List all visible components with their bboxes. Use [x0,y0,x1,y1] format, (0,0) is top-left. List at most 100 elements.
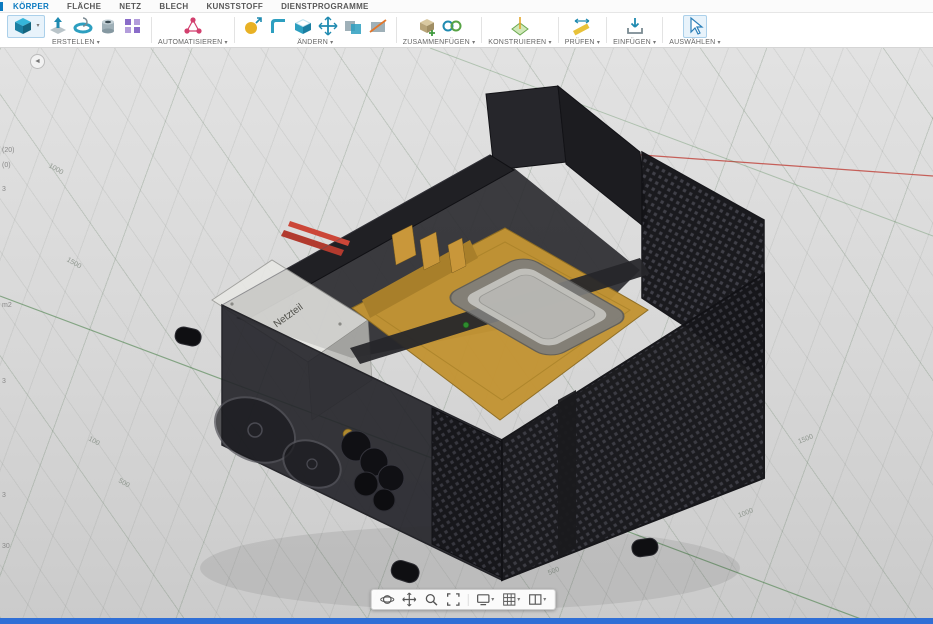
pattern-button[interactable] [121,15,145,38]
ribbon-toolbar: ▾ ERSTELLEN ▾ AUTOMATISIEREN ▾ ÄNDERN ▾ … [0,13,933,48]
pan-icon [401,592,416,607]
chevron-down-icon: ▾ [491,596,495,603]
extrude-icon [50,17,66,34]
create-solid-button[interactable]: ▾ [7,14,45,38]
new-component-icon [419,19,435,36]
move-button[interactable] [316,15,340,38]
create-solid-icon [15,18,32,34]
combine-icon [344,21,361,34]
origin-point[interactable] [462,321,470,329]
tab-blech[interactable]: BLECH [150,2,197,11]
insert-button[interactable] [623,15,647,38]
toolbar-group-zusammenfuegen: ZUSAMMENFÜGEN ▾ [398,13,481,47]
pruefen-menu[interactable]: PRÜFEN ▾ [565,39,600,46]
toolbar-group-pruefen: PRÜFEN ▾ [560,13,605,47]
press-pull-icon [244,17,262,34]
orbit-icon [379,595,394,604]
revolve-button[interactable] [71,15,95,38]
document-tabbar: KÖRPER FLÄCHE NETZ BLECH KUNSTSTOFF DIEN… [0,0,933,13]
model-3d[interactable]: Netzteil [0,48,933,618]
viewports-icon [528,594,541,605]
viewports-button[interactable]: ▾ [527,592,546,607]
measure-button[interactable] [570,15,594,38]
toolbar-group-einfuegen: EINFÜGEN ▾ [608,13,661,47]
split-body-button[interactable] [366,15,390,38]
rear-panel-right[interactable] [557,84,649,232]
toolbar-separator [233,17,235,43]
tab-flaeche[interactable]: FLÄCHE [58,2,110,11]
auswaehlen-menu[interactable]: AUSWÄHLEN ▾ [669,39,721,46]
foot-knob[interactable] [174,325,203,347]
chevron-down-icon: ▾ [96,40,101,46]
toolbar-group-auswaehlen: AUSWÄHLEN ▾ [664,13,726,47]
chevron-down-icon: ▾ [543,596,547,603]
zusammenfuegen-menu[interactable]: ZUSAMMENFÜGEN ▾ [403,39,476,46]
combine-button[interactable] [341,15,365,38]
chevron-down-icon: ▾ [596,40,601,46]
konstruieren-menu[interactable]: KONSTRUIEREN ▾ [488,39,551,46]
select-button[interactable] [682,14,707,38]
toolbar-separator [662,17,664,43]
construction-plane-button[interactable] [508,15,532,38]
tab-koerper[interactable]: KÖRPER [4,2,58,11]
joint-icon [442,20,462,32]
construction-plane-icon [511,17,529,36]
fillet-icon [270,19,285,33]
fillet-button[interactable] [266,15,290,38]
grill-divider-post [558,390,576,556]
tab-kunststoff[interactable]: KUNSTSTOFF [197,2,272,11]
screw [338,322,342,326]
automatisieren-menu[interactable]: AUTOMATISIEREN ▾ [158,39,228,46]
rear-panel-left[interactable] [485,85,567,171]
toolbar-separator [395,17,397,43]
hole-button[interactable] [96,15,120,38]
toolbar-separator [481,17,483,43]
toolbar-group-erstellen: ▾ ERSTELLEN ▾ [2,13,150,47]
aendern-menu[interactable]: ÄNDERN ▾ [297,39,333,46]
taskbar-strip [0,618,933,624]
window-edge-accent [0,1,3,11]
press-pull-button[interactable] [241,15,265,38]
toolbar-separator [557,17,559,43]
chevron-down-icon: ▾ [36,23,40,29]
tab-netz[interactable]: NETZ [110,2,150,11]
orbit-button[interactable] [379,592,394,607]
joint-button[interactable] [440,15,464,38]
display-settings-button[interactable]: ▾ [475,592,494,607]
move-icon [318,16,338,36]
navbar-separator [467,593,469,606]
toolbar-group-aendern: ÄNDERN ▾ [236,13,395,47]
chevron-down-icon: ▾ [330,40,334,46]
automate-icon [184,17,202,34]
toolbar-separator [151,17,152,43]
extrude-button[interactable] [46,15,70,38]
shell-button[interactable] [291,15,315,38]
display-settings-icon [476,594,490,606]
shell-icon [294,19,311,34]
automate-button[interactable] [181,15,205,38]
erstellen-menu[interactable]: ERSTELLEN ▾ [52,39,100,46]
split-body-icon [369,19,387,33]
einfuegen-menu[interactable]: EINFÜGEN ▾ [613,39,656,46]
chevron-down-icon: ▾ [653,40,657,46]
new-component-button[interactable] [415,15,439,38]
chevron-down-icon: ▾ [224,40,228,46]
grid-settings-icon [502,593,515,606]
chevron-down-icon: ▾ [472,40,476,46]
pan-button[interactable] [401,592,416,607]
measure-icon [573,18,590,36]
viewport-navbar: ▾ ▾ ▾ [370,589,556,610]
select-cursor-icon [690,16,704,35]
fit-icon [446,593,460,606]
insert-icon [626,18,643,34]
fit-button[interactable] [445,592,460,607]
toolbar-group-automatisieren: AUTOMATISIEREN ▾ [153,13,233,47]
grid-settings-button[interactable]: ▾ [501,592,520,607]
zoom-icon [425,593,437,606]
chevron-down-icon: ▾ [548,40,552,46]
chevron-down-icon: ▾ [717,40,721,46]
zoom-button[interactable] [423,592,438,607]
viewport-canvas[interactable]: 1000 1500 100 500 1500 1000 500 (20) (0)… [0,48,933,618]
tab-dienstprogramme[interactable]: DIENSTPROGRAMME [272,2,378,11]
chevron-down-icon: ▾ [517,596,521,603]
